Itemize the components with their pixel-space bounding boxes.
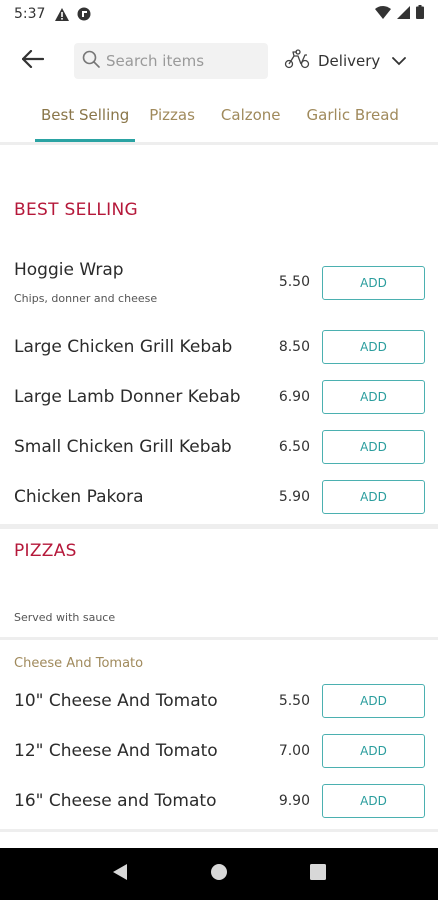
- item-price: 5.50: [278, 274, 310, 290]
- item-price: 7.00: [278, 743, 310, 759]
- section-title-best-selling: BEST SELLING: [14, 200, 138, 220]
- menu-item: Large Lamb Donner Kebab 6.90 ADD: [0, 380, 438, 416]
- menu-item: 12" Cheese And Tomato 7.00 ADD: [0, 734, 438, 770]
- nav-back-button[interactable]: [100, 854, 140, 894]
- item-name: Chicken Pakora: [14, 487, 144, 507]
- item-name: 16" Cheese and Tomato: [14, 791, 217, 811]
- subsection-divider: [0, 637, 438, 640]
- section-title-pizzas: PIZZAS: [14, 541, 77, 561]
- battery-icon: [416, 5, 424, 23]
- search-box[interactable]: [74, 43, 268, 79]
- tabs-divider: [0, 142, 438, 145]
- status-bar: 5:37: [0, 0, 438, 28]
- delivery-selector[interactable]: Delivery: [284, 49, 407, 73]
- subcategory-title: Cheese And Tomato: [14, 656, 144, 671]
- add-button[interactable]: ADD: [322, 266, 425, 300]
- item-name: Hoggie Wrap: [14, 260, 124, 280]
- scooter-icon: [284, 49, 310, 73]
- add-button[interactable]: ADD: [322, 684, 425, 718]
- item-price: 5.90: [278, 489, 310, 505]
- item-name: Large Lamb Donner Kebab: [14, 387, 241, 407]
- top-bar: Delivery: [0, 38, 438, 84]
- status-time: 5:37: [14, 6, 46, 22]
- vpn-icon: [77, 7, 91, 21]
- add-button[interactable]: ADD: [322, 430, 425, 464]
- nav-recents-icon: [310, 864, 327, 884]
- delivery-label: Delivery: [318, 52, 381, 70]
- menu-item: 16" Cheese and Tomato 9.90 ADD: [0, 784, 438, 820]
- item-price: 5.50: [278, 693, 310, 709]
- add-button[interactable]: ADD: [322, 784, 425, 818]
- signal-icon: [397, 5, 410, 23]
- menu-item: Chicken Pakora 5.90 ADD: [0, 480, 438, 516]
- nav-home-icon: [210, 863, 228, 885]
- search-input[interactable]: [106, 52, 256, 70]
- section-divider: [0, 524, 438, 529]
- add-button[interactable]: ADD: [322, 734, 425, 768]
- tab-best-selling[interactable]: Best Selling: [35, 96, 136, 142]
- item-name: 12" Cheese And Tomato: [14, 741, 218, 761]
- item-description: Chips, donner and cheese: [14, 292, 158, 305]
- back-arrow-icon: [21, 49, 45, 72]
- item-price: 9.90: [278, 793, 310, 809]
- item-price: 6.50: [278, 439, 310, 455]
- tab-calzone[interactable]: Calzone: [221, 96, 281, 142]
- chevron-down-icon: [392, 52, 407, 70]
- add-button[interactable]: ADD: [322, 480, 425, 514]
- add-button[interactable]: ADD: [322, 330, 425, 364]
- alert-icon: [55, 7, 70, 21]
- item-price: 6.90: [278, 389, 310, 405]
- menu-item: Large Chicken Grill Kebab 8.50 ADD: [0, 330, 438, 366]
- item-name: Small Chicken Grill Kebab: [14, 437, 232, 457]
- add-button[interactable]: ADD: [322, 380, 425, 414]
- search-icon: [82, 50, 100, 72]
- menu-item: Small Chicken Grill Kebab 6.50 ADD: [0, 430, 438, 466]
- section-note: Served with sauce: [14, 611, 116, 624]
- tab-garlic-bread[interactable]: Garlic Bread: [307, 96, 399, 142]
- nav-home-button[interactable]: [199, 854, 239, 894]
- nav-recents-button[interactable]: [298, 854, 338, 894]
- item-name: 10" Cheese And Tomato: [14, 691, 218, 711]
- menu-item: Hoggie Wrap Chips, donner and cheese 5.5…: [0, 258, 438, 314]
- category-tabs: Best Selling Pizzas Calzone Garlic Bread: [0, 96, 438, 142]
- tab-pizzas[interactable]: Pizzas: [149, 96, 195, 142]
- item-price: 8.50: [278, 339, 310, 355]
- section-divider: [0, 829, 438, 832]
- menu-item: 10" Cheese And Tomato 5.50 ADD: [0, 684, 438, 720]
- system-nav-bar: [0, 848, 438, 900]
- wifi-icon: [375, 5, 391, 23]
- nav-back-icon: [112, 863, 128, 885]
- back-button[interactable]: [14, 42, 52, 80]
- item-name: Large Chicken Grill Kebab: [14, 337, 233, 357]
